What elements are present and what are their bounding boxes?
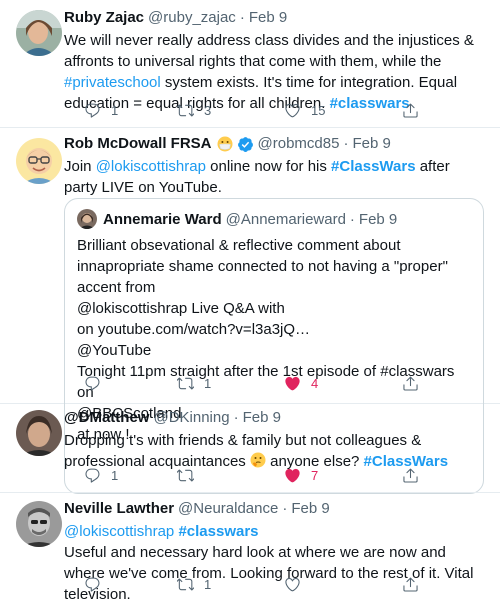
avatar-photo-icon — [16, 501, 62, 547]
retweet-button[interactable]: 3 — [177, 102, 211, 119]
retweet-button[interactable] — [177, 467, 204, 484]
text-segment: We will never really address class divid… — [64, 32, 474, 70]
reply-button[interactable] — [84, 375, 111, 392]
reply-icon — [84, 467, 101, 484]
reply-icon — [84, 102, 101, 119]
reply-count: 1 — [111, 468, 119, 483]
mention-lokiscottishrap[interactable]: @lokiscottishrap — [64, 523, 174, 540]
tweet-feed: Ruby Zajac @ruby_zajac · Feb 9 We will n… — [0, 0, 500, 606]
share-button[interactable] — [402, 102, 419, 119]
share-button[interactable] — [402, 576, 419, 593]
quote-author-name[interactable]: Annemarie Ward — [103, 211, 222, 228]
separator-dot: · — [343, 135, 349, 152]
quote-date[interactable]: Feb 9 — [359, 211, 397, 228]
tweet-date[interactable]: Feb 9 — [291, 499, 329, 519]
like-button[interactable]: 7 — [284, 467, 318, 484]
reply-button[interactable]: 1 — [84, 102, 118, 119]
tweet-actions: 1 3 15 — [64, 102, 424, 122]
tweet-rob-mcdowall[interactable]: Rob McDowall FRSA @robmcd85 · Feb 9 Join… — [0, 128, 500, 494]
separator-dot: · — [282, 500, 288, 517]
tweet-date[interactable]: Feb 9 — [243, 408, 281, 428]
tweet-date[interactable]: Feb 9 — [249, 8, 287, 28]
author-handle[interactable]: @DKinning — [153, 408, 229, 428]
author-name[interactable]: Ruby Zajac — [64, 8, 144, 28]
like-count: 4 — [311, 376, 319, 391]
heart-icon — [284, 467, 301, 484]
retweet-icon — [177, 102, 194, 119]
hashtag-classwars[interactable]: #ClassWars — [331, 158, 416, 175]
text-segment: Join — [64, 158, 96, 175]
avatar[interactable] — [16, 138, 62, 184]
author-name[interactable]: Neville Lawther — [64, 499, 174, 519]
like-button[interactable]: 4 — [284, 375, 318, 392]
text-segment: online now for his — [205, 158, 332, 175]
thinking-face-emoji — [250, 452, 266, 468]
reply-button[interactable] — [84, 576, 111, 593]
mention-lokiscottishrap[interactable]: @lokiscottishrap — [96, 158, 206, 175]
tweet-dmatthew[interactable]: @DMatthew @DKinning · Feb 9 Dropping t's… — [0, 404, 500, 493]
avatar-photo-icon — [77, 209, 97, 229]
hashtag-classwars[interactable]: #classwars — [178, 523, 258, 540]
retweet-button[interactable]: 1 — [177, 576, 211, 593]
retweet-count: 1 — [204, 376, 212, 391]
retweet-icon — [177, 576, 194, 593]
share-button[interactable] — [402, 467, 419, 484]
reply-count: 1 — [111, 103, 119, 118]
like-button[interactable] — [284, 576, 311, 593]
share-icon — [402, 375, 419, 392]
share-button[interactable] — [402, 375, 419, 392]
avatar-cartoon-icon — [16, 138, 62, 184]
share-icon — [402, 576, 419, 593]
retweet-count: 1 — [204, 577, 212, 592]
quote-avatar[interactable] — [77, 209, 97, 229]
avatar[interactable] — [16, 10, 62, 56]
tweet-neville-lawther[interactable]: Neville Lawther @Neuraldance · Feb 9 @lo… — [0, 493, 500, 606]
tweet-date[interactable]: Feb 9 — [352, 134, 390, 154]
avatar-photo-icon — [16, 10, 62, 56]
tweet-ruby-zajac[interactable]: Ruby Zajac @ruby_zajac · Feb 9 We will n… — [0, 0, 500, 128]
tweet-actions: 1 7 — [64, 467, 424, 487]
author-name[interactable]: @DMatthew — [64, 408, 149, 428]
heart-icon — [284, 375, 301, 392]
retweet-icon — [177, 375, 194, 392]
like-count: 7 — [311, 468, 319, 483]
hashtag-privateschool[interactable]: #privateschool — [64, 74, 161, 91]
avatar[interactable] — [16, 501, 62, 547]
avatar[interactable] — [16, 410, 62, 456]
reply-icon — [84, 576, 101, 593]
retweet-count: 3 — [204, 103, 212, 118]
author-handle[interactable]: @ruby_zajac — [148, 8, 236, 28]
retweet-icon — [177, 467, 194, 484]
reply-icon — [84, 375, 101, 392]
tweet-actions: 1 4 — [64, 375, 424, 395]
verified-badge-icon — [237, 136, 253, 152]
reply-button[interactable]: 1 — [84, 467, 118, 484]
separator-dot: · — [233, 409, 239, 426]
face-with-mask-emoji — [217, 136, 233, 152]
heart-icon — [284, 102, 301, 119]
quote-author-handle[interactable]: @Annemarieward — [226, 211, 346, 228]
separator-dot: · — [349, 210, 355, 228]
tweet-actions: 1 — [64, 576, 424, 596]
share-icon — [402, 467, 419, 484]
tweet-text: Dropping t's with friends & family but n… — [64, 430, 486, 472]
tweet-text: Join @lokiscottishrap online now for his… — [64, 156, 486, 198]
share-icon — [402, 102, 419, 119]
author-name[interactable]: Rob McDowall FRSA — [64, 134, 212, 154]
retweet-button[interactable]: 1 — [177, 375, 211, 392]
like-button[interactable]: 15 — [284, 102, 325, 119]
heart-icon — [284, 576, 301, 593]
avatar-photo-icon — [16, 410, 62, 456]
author-handle[interactable]: @robmcd85 — [258, 134, 340, 154]
author-handle[interactable]: @Neuraldance — [178, 499, 278, 519]
separator-dot: · — [239, 9, 245, 26]
like-count: 15 — [311, 103, 326, 118]
